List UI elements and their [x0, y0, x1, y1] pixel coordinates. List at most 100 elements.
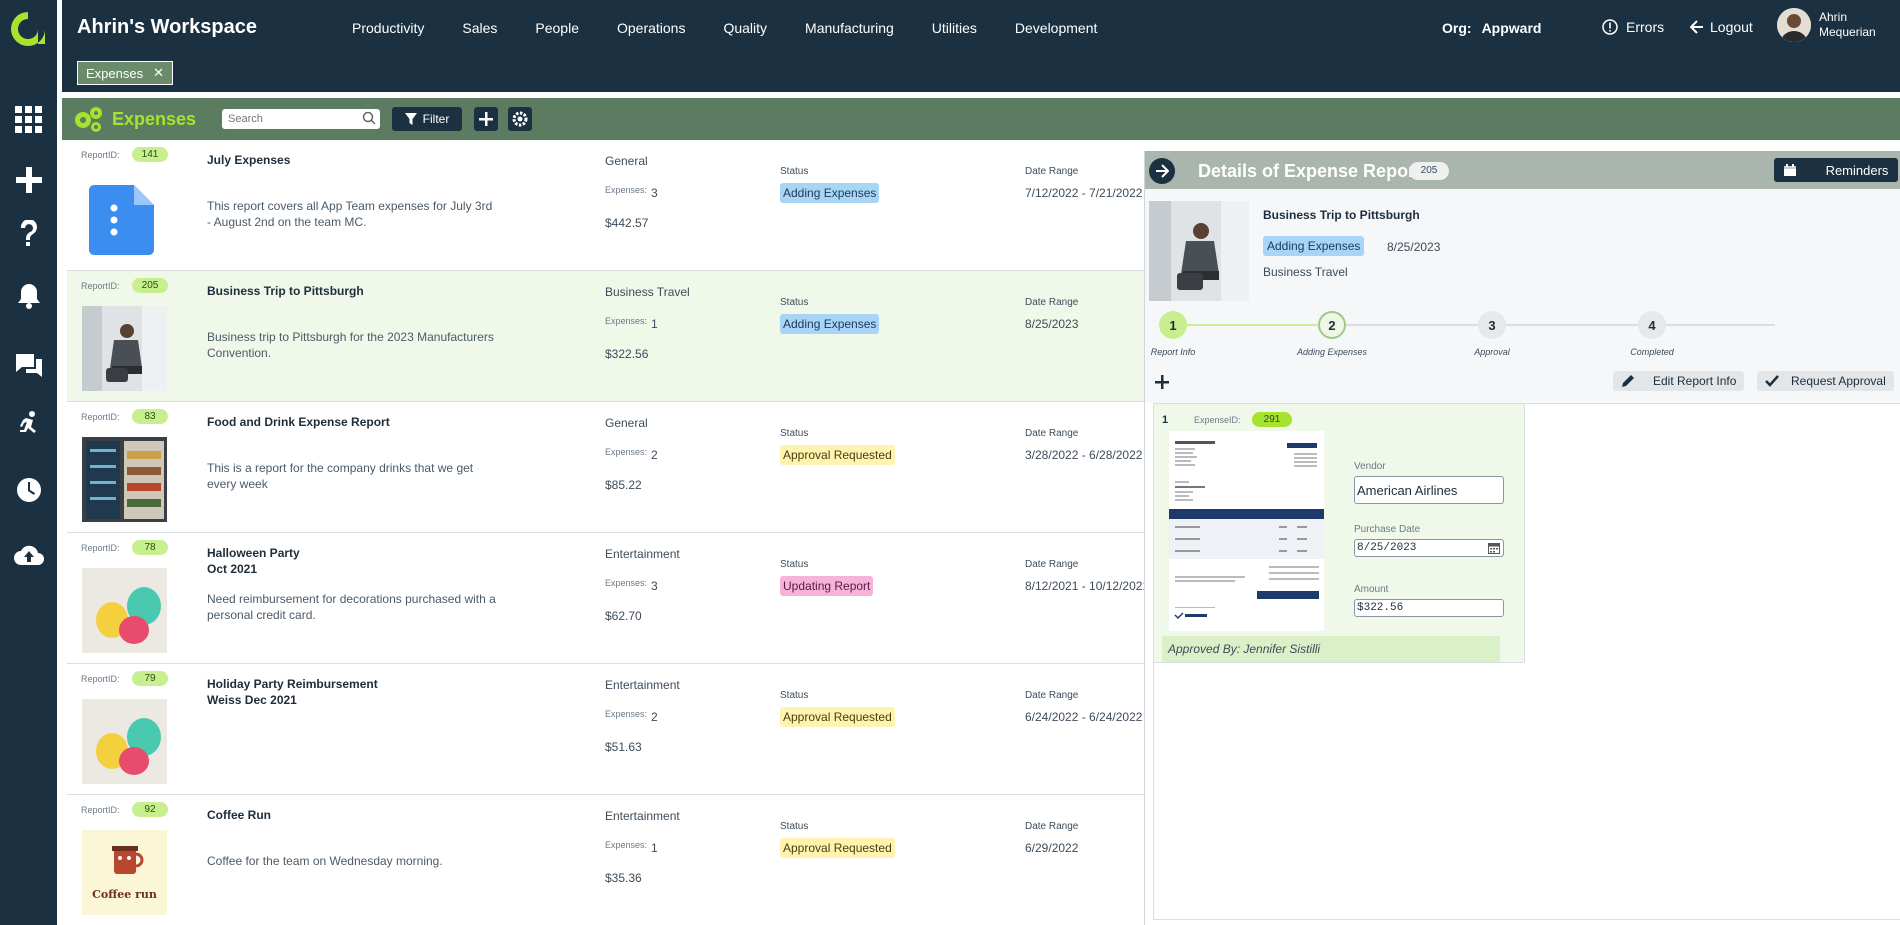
- report-list: ReportID: 141 July Expenses This report …: [62, 140, 1144, 925]
- chat-icon[interactable]: [0, 346, 57, 386]
- expense-list: 1 ExpenseID: 291 Vendor American Airline…: [1153, 403, 1900, 920]
- logout-button[interactable]: Logout: [1690, 19, 1753, 35]
- report-category: Entertainment: [605, 678, 680, 692]
- calendar-icon[interactable]: [1488, 542, 1500, 554]
- report-description: Coffee for the team on Wednesday morning…: [207, 854, 443, 868]
- check-icon: [1765, 375, 1779, 387]
- amount-field[interactable]: [1354, 599, 1504, 617]
- report-id-badge: 141: [132, 147, 168, 162]
- report-row[interactable]: ReportID: 92 Coffee run Coffee Run Coffe…: [67, 795, 1144, 925]
- status-badge: Updating Report: [780, 576, 874, 596]
- step-4[interactable]: 4: [1638, 311, 1666, 339]
- expense-index: 1: [1162, 414, 1169, 426]
- date-range-label: Date Range: [1025, 821, 1079, 832]
- nav-people[interactable]: People: [535, 20, 579, 36]
- nav-manufacturing[interactable]: Manufacturing: [805, 20, 894, 36]
- report-id-badge: 92: [132, 802, 168, 817]
- status-badge: Adding Expenses: [780, 314, 880, 334]
- report-id-label: ReportID:: [81, 150, 120, 160]
- upload-cloud-icon[interactable]: [0, 535, 57, 575]
- filter-icon: [404, 113, 417, 125]
- settings-button[interactable]: [508, 107, 532, 131]
- report-id-label: ReportID:: [81, 805, 120, 815]
- expenses-label: Expenses:: [605, 316, 648, 326]
- receipt-image[interactable]: [1169, 431, 1324, 631]
- expenses-count: 2: [651, 448, 658, 462]
- tab-expenses[interactable]: Expenses ✕: [77, 61, 173, 85]
- app-logo[interactable]: [8, 9, 48, 49]
- close-icon[interactable]: ✕: [153, 65, 164, 81]
- tab-label: Expenses: [86, 65, 144, 81]
- report-title: Holiday Party Reimbursement Weiss Dec 20…: [207, 677, 378, 707]
- add-report-button[interactable]: [474, 107, 498, 131]
- report-row[interactable]: ReportID: 78 Halloween Party Oct 2021 Ne…: [67, 533, 1144, 664]
- step-2-label: Adding Expenses: [1296, 347, 1368, 357]
- purchase-date-field[interactable]: [1354, 539, 1504, 557]
- document-icon: [82, 175, 167, 260]
- user-first-name: Ahrin: [1819, 10, 1848, 24]
- search-icon[interactable]: [362, 111, 376, 125]
- search-input[interactable]: [222, 109, 380, 129]
- report-description: Business trip to Pittsburgh for the 2023…: [207, 330, 494, 360]
- filter-button[interactable]: Filter: [392, 107, 462, 131]
- step-3-label: Approval: [1474, 347, 1510, 357]
- status-badge: Approval Requested: [780, 838, 895, 858]
- pencil-icon: [1622, 375, 1634, 387]
- nav-utilities[interactable]: Utilities: [932, 20, 977, 36]
- report-photo: [1149, 201, 1249, 301]
- report-row-selected[interactable]: ReportID: 205 Business Trip to Pittsburg…: [67, 271, 1144, 402]
- org-indicator[interactable]: Org: Appward: [1442, 20, 1541, 36]
- errors-button[interactable]: Errors: [1602, 19, 1664, 35]
- module-title: Expenses: [112, 109, 197, 129]
- nav-productivity[interactable]: Productivity: [352, 20, 424, 36]
- notifications-icon[interactable]: [0, 276, 57, 316]
- expenses-label: Expenses:: [605, 447, 648, 457]
- step-3[interactable]: 3: [1478, 311, 1506, 339]
- report-row[interactable]: ReportID: 141 July Expenses This report …: [67, 140, 1144, 271]
- user-last-name: Mequerian: [1819, 25, 1876, 39]
- details-header: Details of Expense Report 205 Reminders: [1145, 151, 1900, 189]
- report-row[interactable]: ReportID: 83 Food and Drink Expense Repo…: [67, 402, 1144, 533]
- step-1-label: Report Info: [1150, 347, 1196, 357]
- details-status-badge: Adding Expenses: [1263, 236, 1365, 256]
- vendor-label: Vendor: [1354, 461, 1386, 472]
- nav-operations[interactable]: Operations: [617, 20, 685, 36]
- collapse-panel-button[interactable]: [1149, 158, 1175, 184]
- report-amount: $442.57: [605, 216, 649, 230]
- report-id-badge: 79: [132, 671, 168, 686]
- request-approval-button[interactable]: Request Approval: [1757, 371, 1894, 391]
- user-profile[interactable]: Ahrin Mequerian: [1777, 8, 1876, 42]
- edit-report-info-button[interactable]: Edit Report Info: [1613, 371, 1745, 391]
- expense-card[interactable]: 1 ExpenseID: 291 Vendor American Airline…: [1154, 404, 1525, 663]
- nav-development[interactable]: Development: [1015, 20, 1098, 36]
- plus-icon: [1155, 375, 1169, 389]
- add-icon[interactable]: [0, 160, 57, 200]
- report-amount: $85.22: [605, 478, 642, 492]
- help-icon[interactable]: [0, 214, 57, 254]
- errors-label: Errors: [1626, 19, 1665, 35]
- report-id-label: ReportID:: [81, 543, 120, 553]
- step-2[interactable]: 2: [1318, 311, 1346, 339]
- date-range: 6/29/2022: [1025, 841, 1079, 855]
- report-row[interactable]: ReportID: 79 Holiday Party Reimbursement…: [67, 664, 1144, 795]
- report-id-label: ReportID:: [81, 412, 120, 422]
- nav-quality[interactable]: Quality: [723, 20, 767, 36]
- apps-grid-icon[interactable]: [0, 100, 57, 140]
- add-expense-button[interactable]: [1151, 371, 1173, 393]
- activity-icon[interactable]: [0, 404, 57, 444]
- plus-icon: [479, 112, 493, 126]
- report-category: Entertainment: [605, 547, 680, 561]
- coffee-run-logo-text: Coffee run: [92, 888, 157, 901]
- expenses-count: 3: [651, 186, 658, 200]
- date-range: 6/24/2022 - 6/24/2022: [1025, 710, 1143, 724]
- report-category: General: [605, 154, 648, 168]
- vendor-field[interactable]: [1354, 476, 1504, 504]
- expenses-label: Expenses:: [605, 709, 648, 719]
- reminders-button[interactable]: Reminders: [1774, 158, 1898, 182]
- status-label: Status: [780, 166, 809, 177]
- nav-sales[interactable]: Sales: [462, 20, 497, 36]
- date-range: 8/25/2023: [1025, 317, 1079, 331]
- step-1[interactable]: 1: [1159, 311, 1187, 339]
- clock-icon[interactable]: [0, 470, 57, 510]
- report-category: Entertainment: [605, 809, 680, 823]
